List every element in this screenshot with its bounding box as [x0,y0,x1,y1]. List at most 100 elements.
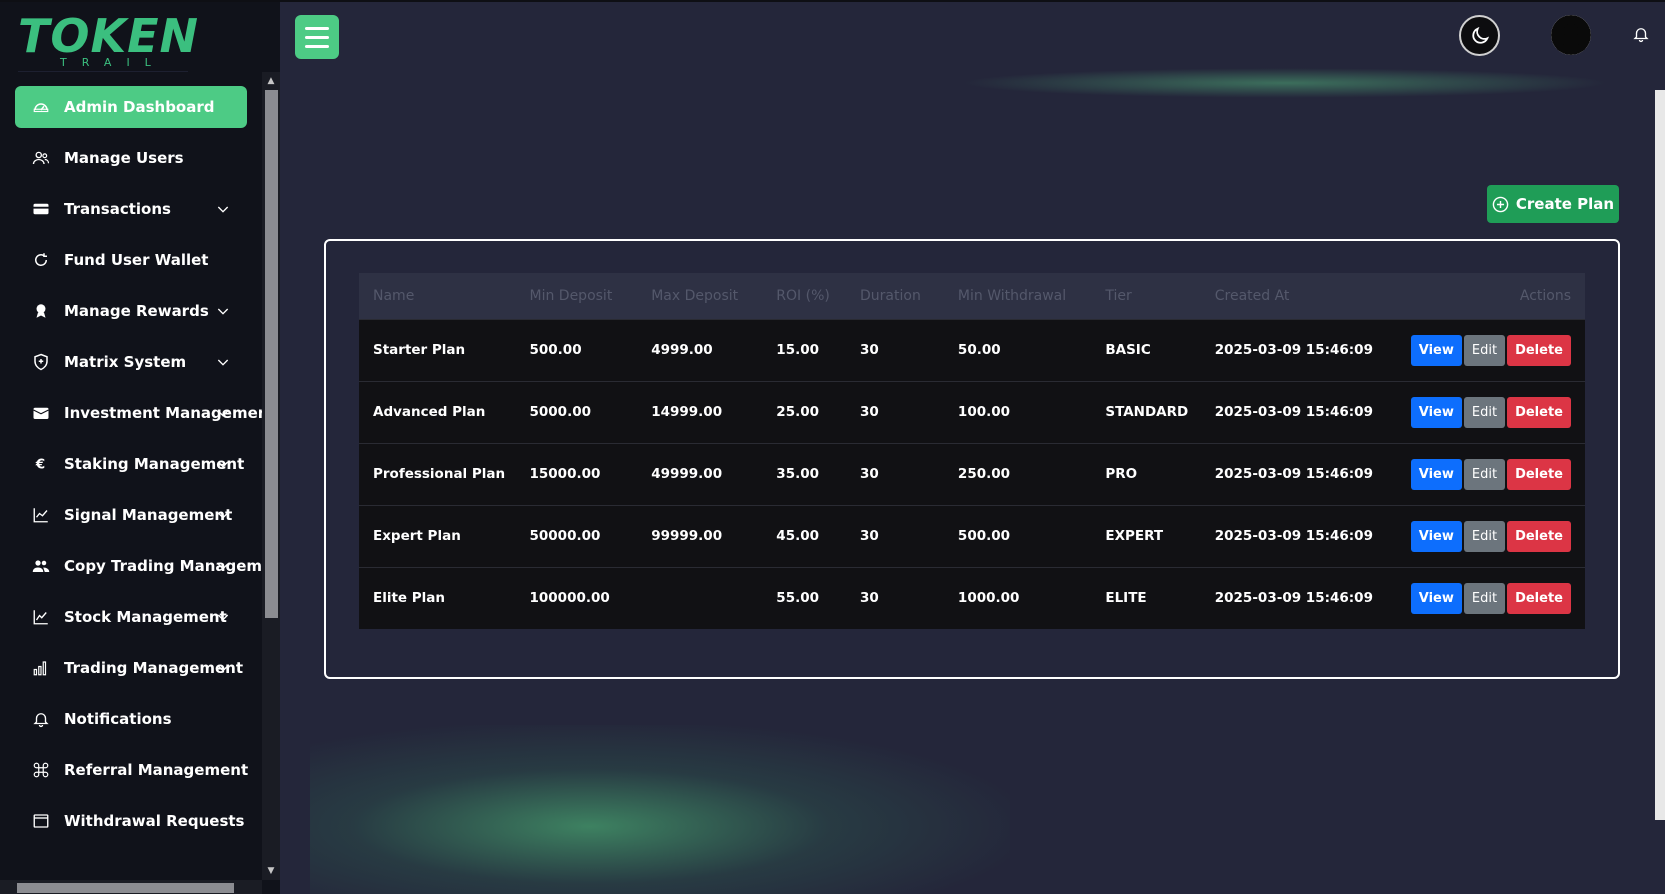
edit-button[interactable]: Edit [1463,458,1506,490]
chevron-down-icon [217,563,229,570]
sidebar-item-notifications[interactable]: Notifications [15,698,247,740]
award-icon [31,301,51,321]
menu-toggle-button[interactable] [295,15,339,59]
sidebar-item-label: Manage Users [64,149,184,167]
horizontal-scroll-thumb[interactable] [17,883,234,893]
sidebar-horizontal-scrollbar[interactable] [0,880,262,894]
edit-button[interactable]: Edit [1463,520,1506,552]
table-cell: STANDARD [1105,404,1189,420]
users-icon [31,148,51,168]
table-cell: 30 [860,590,879,607]
edit-button[interactable]: Edit [1463,582,1506,614]
sidebar-item-trading-management[interactable]: Trading Management [15,647,247,689]
column-header: Min Deposit [529,287,613,304]
table-cell: 25.00 [776,404,819,420]
sidebar-item-label: Signal Management [64,506,233,524]
sidebar-item-stock-management[interactable]: Stock Management [15,596,247,638]
column-header: Name [373,287,415,304]
delete-button[interactable]: Delete [1507,334,1571,366]
table-cell: 15000.00 [529,466,601,482]
chevron-down-icon [217,308,229,315]
view-button[interactable]: View [1410,520,1462,552]
command-icon [31,760,51,780]
actions-cell: View Edit Delete [1395,567,1585,629]
chevron-down-icon [217,359,229,366]
sidebar-item-fund-user-wallet[interactable]: Fund User Wallet [15,239,247,281]
chevron-down-icon [217,410,229,417]
edit-button[interactable]: Edit [1463,334,1506,366]
delete-button[interactable]: Delete [1507,458,1571,490]
table-cell: 500.00 [957,528,1011,544]
view-button[interactable]: View [1410,396,1462,428]
actions-cell: View Edit Delete [1395,505,1585,567]
bar-chart-icon [31,658,51,678]
hamburger-icon [305,26,329,30]
delete-button[interactable]: Delete [1507,582,1571,614]
table-row: Elite Plan 100000.00 55.00 30 1000.00 ELITE 20… [359,567,1585,629]
table-cell [637,567,762,629]
bell-icon[interactable] [1632,25,1650,43]
sidebar-item-signal-management[interactable]: Signal Management [15,494,247,536]
delete-button[interactable]: Delete [1507,396,1571,428]
scroll-up-icon[interactable]: ▲ [266,76,276,86]
table-cell: 2025-03-09 15:46:09 [1214,466,1373,482]
page-scrollbar[interactable] [1655,90,1665,820]
table-cell: 30 [860,404,879,420]
table-header-row: Name Min Deposit Max Deposit ROI (%) Dur… [359,273,1585,319]
sidebar-item-admin-dashboard[interactable]: Admin Dashboard [15,86,247,128]
table-cell: 1000.00 [957,590,1020,607]
table-cell: 30 [860,342,879,358]
sidebar-item-referral-management[interactable]: Referral Management [15,749,248,791]
sidebar-item-label: Investment Management [64,404,262,422]
sidebar-scroll-thumb[interactable] [265,90,278,618]
sidebar-item-transactions[interactable]: Transactions [15,188,247,230]
table-cell: 35.00 [776,466,819,482]
sidebar-item-investment-management[interactable]: Investment Management [15,392,262,434]
table-row: Starter Plan 500.00 4999.00 15.00 30 50.00 BAS… [359,319,1585,381]
theme-toggle-button[interactable] [1459,15,1500,56]
sidebar-item-staking-management[interactable]: € Staking Management [15,443,247,485]
table-cell: Elite Plan [373,590,446,607]
plus-circle-icon [1492,196,1509,212]
sidebar-scrollbar[interactable]: ▲ ▼ [262,72,280,880]
table-cell: 4999.00 [651,342,713,358]
table-cell: 50.00 [957,342,1001,358]
table-cell: 30 [860,528,879,544]
table-cell: 5000.00 [529,404,592,420]
sidebar-nav: Admin Dashboard Manage Users Transactions F… [0,86,262,886]
table-cell: 49999.00 [651,466,723,482]
bell-icon [31,709,51,729]
table-cell: 45.00 [776,528,819,544]
sidebar-item-copy-trading-management[interactable]: Copy Trading Management [15,545,262,587]
user-avatar-icon[interactable] [1551,15,1591,55]
table-cell: 99999.00 [651,528,723,544]
sidebar-item-label: Manage Rewards [64,302,209,320]
table-cell: 30 [860,466,879,482]
table-cell: 14999.00 [651,404,723,420]
table-row: Professional Plan 15000.00 49999.00 35.00 30… [359,443,1585,505]
view-button[interactable]: View [1410,458,1462,490]
actions-cell: View Edit Delete [1395,381,1585,443]
sidebar-item-matrix-system[interactable]: Matrix System [15,341,247,383]
scroll-down-icon[interactable]: ▼ [266,866,276,876]
sidebar-item-label: Notifications [64,710,172,728]
logo-title: TOKEN [18,9,200,63]
plans-card: Name Min Deposit Max Deposit ROI (%) Dur… [324,239,1620,679]
delete-button[interactable]: Delete [1507,520,1571,552]
create-plan-button[interactable]: Create Plan [1487,185,1619,223]
table-cell: EXPERT [1105,528,1164,544]
view-button[interactable]: View [1410,582,1462,614]
sidebar-item-label: Admin Dashboard [64,98,215,116]
view-button[interactable]: View [1410,334,1462,366]
sidebar-item-manage-rewards[interactable]: Manage Rewards [15,290,247,332]
edit-button[interactable]: Edit [1463,396,1506,428]
sidebar-item-label: Matrix System [64,353,187,371]
column-header: Actions [1519,287,1571,304]
sidebar-item-withdrawal-requests[interactable]: Withdrawal Requests [15,800,247,842]
create-plan-label: Create Plan [1515,195,1615,213]
dashboard-icon [31,97,51,117]
table-cell: Expert Plan [373,528,461,544]
actions-cell: View Edit Delete [1395,443,1585,505]
logo[interactable]: TOKEN TRAIL [18,10,198,72]
sidebar-item-manage-users[interactable]: Manage Users [15,137,247,179]
